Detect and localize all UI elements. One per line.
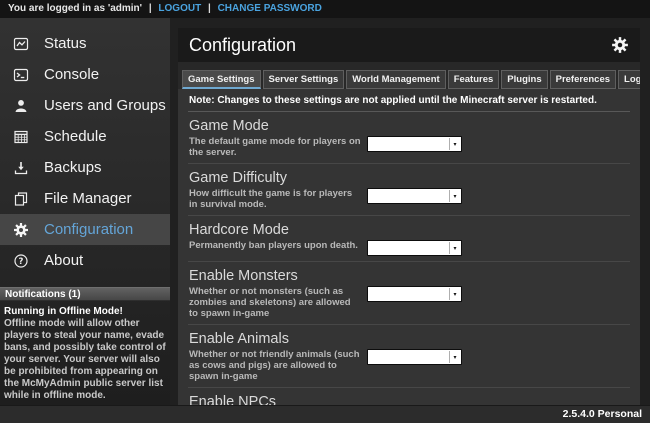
tab-strip: Game Settings Server Settings World Mana…: [178, 62, 640, 89]
sidebar-item-file-manager[interactable]: File Manager: [0, 183, 170, 214]
restart-note: Note: Changes to these settings are not …: [188, 89, 630, 112]
setting-heading: Enable NPCs: [189, 394, 629, 405]
version-bar: 2.5.4.0 Personal: [0, 405, 650, 423]
notifications-header: Notifications (1): [0, 287, 170, 301]
setting-heading: Enable Animals: [189, 331, 629, 347]
sidebar-item-label: File Manager: [44, 190, 132, 207]
tab-game-settings[interactable]: Game Settings: [182, 70, 261, 89]
schedule-icon: [12, 129, 29, 145]
setting-description: How difficult the game is for players in…: [189, 188, 361, 210]
gear-icon[interactable]: [611, 36, 629, 54]
tab-plugins[interactable]: Plugins: [501, 70, 547, 89]
sidebar-item-label: Console: [44, 66, 99, 83]
chevron-down-icon: ▾: [449, 242, 460, 254]
settings-content: Note: Changes to these settings are not …: [178, 89, 640, 405]
setting-description: Whether or not friendly animals (such as…: [189, 349, 361, 382]
tab-server-settings[interactable]: Server Settings: [263, 70, 345, 89]
sidebar-item-configuration[interactable]: Configuration: [0, 214, 170, 245]
notification-text: Offline mode will allow other players to…: [4, 318, 166, 402]
file-manager-icon: [12, 191, 29, 207]
top-bar: You are logged in as 'admin' | LOGOUT | …: [0, 0, 650, 18]
sidebar-item-label: About: [44, 252, 83, 269]
game-mode-select[interactable]: ▾: [367, 136, 462, 152]
setting-heading: Enable Monsters: [189, 268, 629, 284]
sidebar-item-label: Schedule: [44, 128, 107, 145]
chevron-down-icon: ▾: [449, 190, 460, 202]
console-icon: [12, 67, 29, 83]
notifications-body: Running in Offline Mode! Offline mode wi…: [0, 301, 170, 402]
sidebar: Status Console Users and Groups Schedule: [0, 18, 170, 405]
tab-preferences[interactable]: Preferences: [550, 70, 616, 89]
setting-enable-npcs: Enable NPCs Whether or not friendly mobs…: [188, 387, 630, 405]
backups-icon: [12, 160, 29, 176]
tab-login-users[interactable]: Login Users: [618, 70, 640, 89]
setting-heading: Game Mode: [189, 118, 629, 134]
setting-description: Whether or not monsters (such as zombies…: [189, 286, 361, 319]
setting-description: The default game mode for players on the…: [189, 136, 361, 158]
chevron-down-icon: ▾: [449, 138, 460, 150]
sidebar-item-about[interactable]: ? About: [0, 245, 170, 276]
setting-enable-animals: Enable Animals Whether or not friendly a…: [188, 324, 630, 387]
setting-game-difficulty: Game Difficulty How difficult the game i…: [188, 163, 630, 215]
setting-game-mode: Game Mode The default game mode for play…: [188, 112, 630, 163]
sidebar-item-schedule[interactable]: Schedule: [0, 121, 170, 152]
users-icon: [12, 98, 29, 114]
hardcore-mode-select[interactable]: ▾: [367, 240, 462, 256]
setting-heading: Hardcore Mode: [189, 222, 629, 238]
logout-link[interactable]: LOGOUT: [158, 3, 201, 14]
sidebar-item-label: Configuration: [44, 221, 133, 238]
change-password-link[interactable]: CHANGE PASSWORD: [218, 3, 322, 14]
setting-description: Permanently ban players upon death.: [189, 240, 361, 251]
version-label: 2.5.4.0 Personal: [563, 408, 642, 420]
divider: |: [208, 3, 211, 14]
enable-monsters-select[interactable]: ▾: [367, 286, 462, 302]
setting-heading: Game Difficulty: [189, 170, 629, 186]
svg-text:?: ?: [18, 257, 23, 267]
sidebar-item-console[interactable]: Console: [0, 59, 170, 90]
tab-features[interactable]: Features: [448, 70, 500, 89]
setting-enable-monsters: Enable Monsters Whether or not monsters …: [188, 261, 630, 324]
page-title: Configuration: [189, 35, 611, 56]
game-difficulty-select[interactable]: ▾: [367, 188, 462, 204]
tab-world-management[interactable]: World Management: [346, 70, 445, 89]
chevron-down-icon: ▾: [449, 351, 460, 363]
sidebar-item-users-and-groups[interactable]: Users and Groups: [0, 90, 170, 121]
panel-header: Configuration: [178, 28, 640, 62]
configuration-panel: Configuration Game Settings Server Setti…: [178, 28, 640, 405]
status-icon: [12, 36, 29, 52]
divider: |: [149, 3, 152, 14]
logged-in-text: You are logged in as 'admin': [8, 3, 142, 14]
chevron-down-icon: ▾: [449, 288, 460, 300]
gear-icon: [12, 222, 29, 238]
sidebar-menu: Status Console Users and Groups Schedule: [0, 18, 170, 276]
sidebar-item-status[interactable]: Status: [0, 28, 170, 59]
sidebar-item-label: Status: [44, 35, 87, 52]
setting-hardcore-mode: Hardcore Mode Permanently ban players up…: [188, 215, 630, 261]
notification-title: Running in Offline Mode!: [4, 306, 166, 318]
enable-animals-select[interactable]: ▾: [367, 349, 462, 365]
question-icon: ?: [12, 253, 29, 269]
sidebar-item-label: Users and Groups: [44, 97, 166, 114]
sidebar-item-label: Backups: [44, 159, 102, 176]
sidebar-item-backups[interactable]: Backups: [0, 152, 170, 183]
